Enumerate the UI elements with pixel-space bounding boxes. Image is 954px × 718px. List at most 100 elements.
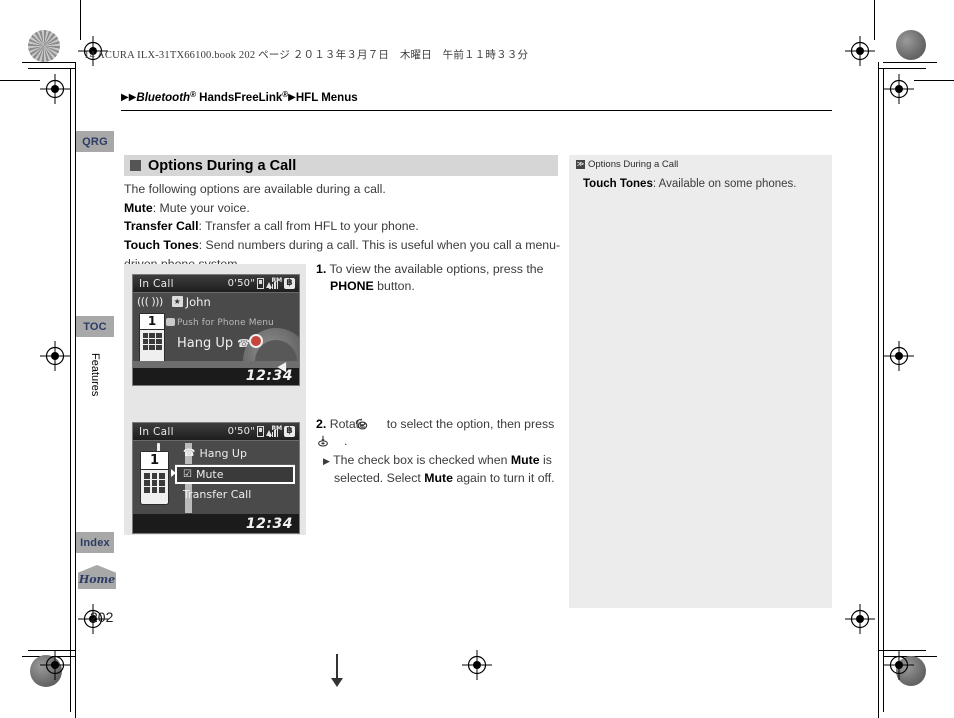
phone-icon-number: 1 — [141, 452, 168, 470]
breadcrumb: ▶▶Bluetooth® HandsFreeLink®▶HFL Menus — [121, 90, 358, 104]
note-text: : Available on some phones. — [652, 178, 797, 190]
step-2-text-c: . — [344, 434, 348, 448]
tab-qrg[interactable]: QRG — [76, 131, 114, 152]
lcd-progress-bar — [133, 361, 299, 368]
option-transfer-call-desc: : Transfer a call from HFL to your phone… — [198, 219, 419, 234]
lcd-footer: 12:34 — [133, 514, 299, 533]
menu-item-mute[interactable]: ☑ Mute — [175, 465, 295, 484]
selection-cursor-icon — [171, 469, 176, 477]
square-bullet-icon — [130, 160, 141, 171]
tab-index-label: Index — [80, 536, 110, 549]
sub-bullet-arrow-icon: ▶ — [323, 456, 330, 466]
tab-toc-label: TOC — [83, 320, 107, 333]
keypad-icon: 1 — [139, 313, 165, 363]
tab-toc[interactable]: TOC — [76, 316, 114, 337]
header-rule — [121, 110, 832, 111]
note-body: Touch Tones: Available on some phones. — [583, 176, 823, 192]
intro-line: The following options are available duri… — [124, 182, 386, 196]
step-1-text-b: button. — [373, 279, 415, 293]
tab-qrg-label: QRG — [82, 135, 108, 148]
lcd-footer: 12:34 — [133, 368, 299, 385]
menu-item-transfer-call-label: Transfer Call — [183, 488, 252, 501]
step-2-sub-bold-1: Mute — [510, 453, 540, 467]
lcd-figure: In Call 0'50" RM ฿ ((( ))) ★ John 1 Push… — [124, 264, 343, 687]
roaming-label: RM — [271, 277, 282, 284]
battery-icon — [257, 278, 264, 289]
step-2-sub-bold-2: Mute — [424, 471, 453, 485]
note-title-row: ≫ Options During a Call — [576, 159, 678, 170]
ringing-indicator-icon: ((( ))) — [137, 295, 163, 308]
option-transfer-call: Transfer Call: Transfer a call from HFL … — [124, 217, 566, 236]
signal-strength-icon: RM — [266, 277, 282, 289]
lcd-status-bar: In Call 0'50" RM ฿ — [133, 423, 299, 441]
step-2-subnote: ▶ The check box is checked when Mute is … — [316, 452, 568, 487]
tab-home[interactable]: Home — [78, 565, 116, 589]
breadcrumb-handsfreelink: HandsFreeLink — [195, 92, 283, 104]
call-duration: 0'50" — [227, 278, 255, 289]
hang-up-label: Hang Up — [177, 336, 234, 351]
option-touch-tones-term: Touch Tones — [124, 238, 199, 253]
signal-strength-icon: RM — [266, 425, 282, 437]
bluetooth-icon: ฿ — [284, 278, 295, 289]
step-2-number: 2. — [316, 417, 327, 431]
bluetooth-icon: ฿ — [284, 426, 295, 437]
phone-menu-icon — [166, 318, 175, 326]
tab-home-label: Home — [78, 573, 116, 586]
menu-item-mute-label: Mute — [195, 468, 224, 481]
section-body: The following options are available duri… — [124, 180, 566, 274]
rotate-knob-icon — [356, 418, 383, 430]
options-menu-list: ☎ Hang Up ☑ Mute Transfer Call — [171, 443, 295, 505]
lcd-call-body: 1 Push for Phone Menu Hang Up ☎ — [133, 310, 299, 385]
press-knob-icon — [318, 435, 344, 447]
push-for-phone-menu-hint: Push for Phone Menu — [177, 318, 274, 328]
menu-item-hang-up-label: Hang Up — [199, 447, 247, 460]
battery-icon — [257, 426, 264, 437]
step-1-text-a: To view the available options, press the — [329, 262, 544, 276]
option-mute-desc: : Mute your voice. — [152, 200, 250, 215]
menu-item-transfer-call[interactable]: Transfer Call — [175, 484, 295, 505]
step-1-bold: PHONE — [330, 279, 374, 293]
note-panel: ≫ Options During a Call Touch Tones: Ava… — [569, 155, 832, 608]
lcd-caller-row: ((( ))) ★ John — [133, 293, 299, 310]
page-number: 202 — [90, 609, 114, 625]
step-2-sub-d: again to turn it off. — [452, 471, 555, 485]
step-2-sub-a: The check box is checked when — [333, 453, 511, 467]
breadcrumb-hfl-menus: HFL Menus — [295, 92, 358, 104]
option-transfer-call-term: Transfer Call — [124, 219, 199, 234]
caller-name: John — [185, 294, 211, 309]
tab-index[interactable]: Index — [76, 532, 114, 553]
breadcrumb-bluetooth: Bluetooth — [136, 92, 191, 104]
manual-page: 14 ACURA ILX-31TX66100.book 202 ページ ２０１３… — [0, 0, 954, 718]
lcd-clock: 12:34 — [245, 516, 293, 532]
breadcrumb-arrow-icon: ▶ — [121, 92, 129, 103]
menu-item-hang-up[interactable]: ☎ Hang Up — [175, 443, 295, 465]
step-1-number: 1. — [316, 262, 327, 276]
section-title: Options During a Call — [148, 157, 297, 174]
phone-icon: 1 — [140, 451, 169, 505]
phone-button-highlight — [249, 334, 263, 348]
arrow-down-icon — [331, 654, 343, 687]
lcd-status-label: In Call — [139, 277, 174, 290]
roaming-label: RM — [271, 425, 282, 432]
note-title: Options During a Call — [588, 159, 679, 170]
call-duration: 0'50" — [227, 426, 255, 437]
book-info-line: 14 ACURA ILX-31TX66100.book 202 ページ ２０１３… — [84, 50, 529, 61]
contact-icon: ★ — [171, 296, 183, 307]
checkbox-checked-icon: ☑ — [183, 469, 192, 480]
lcd-screen-in-call: In Call 0'50" RM ฿ ((( ))) ★ John 1 Push… — [132, 274, 300, 386]
step-2-text-b: to select the option, then press — [383, 417, 555, 431]
option-mute: Mute: Mute your voice. — [124, 199, 566, 218]
step-2: 2. Rotate to select the option, then pre… — [316, 416, 568, 487]
section-heading: Options During a Call — [124, 155, 558, 176]
lcd-status-bar: In Call 0'50" RM ฿ — [133, 275, 299, 293]
breadcrumb-arrow-icon: ▶ — [288, 92, 296, 103]
lcd-menu-body: 1 ☎ Hang Up ☑ Mute Transfer Call — [133, 441, 299, 516]
note-marker-icon: ≫ — [576, 160, 585, 169]
step-1: 1. To view the available options, press … — [316, 261, 576, 295]
option-mute-term: Mute — [124, 200, 153, 215]
lcd-screen-options-menu: In Call 0'50" RM ฿ 1 ☎ Hang Up ☑ Mute Tr… — [132, 422, 300, 534]
tab-features-label: Features — [89, 353, 101, 397]
note-term: Touch Tones — [583, 178, 653, 190]
keypad-number: 1 — [140, 314, 164, 330]
handset-icon: ☎ — [183, 448, 196, 459]
